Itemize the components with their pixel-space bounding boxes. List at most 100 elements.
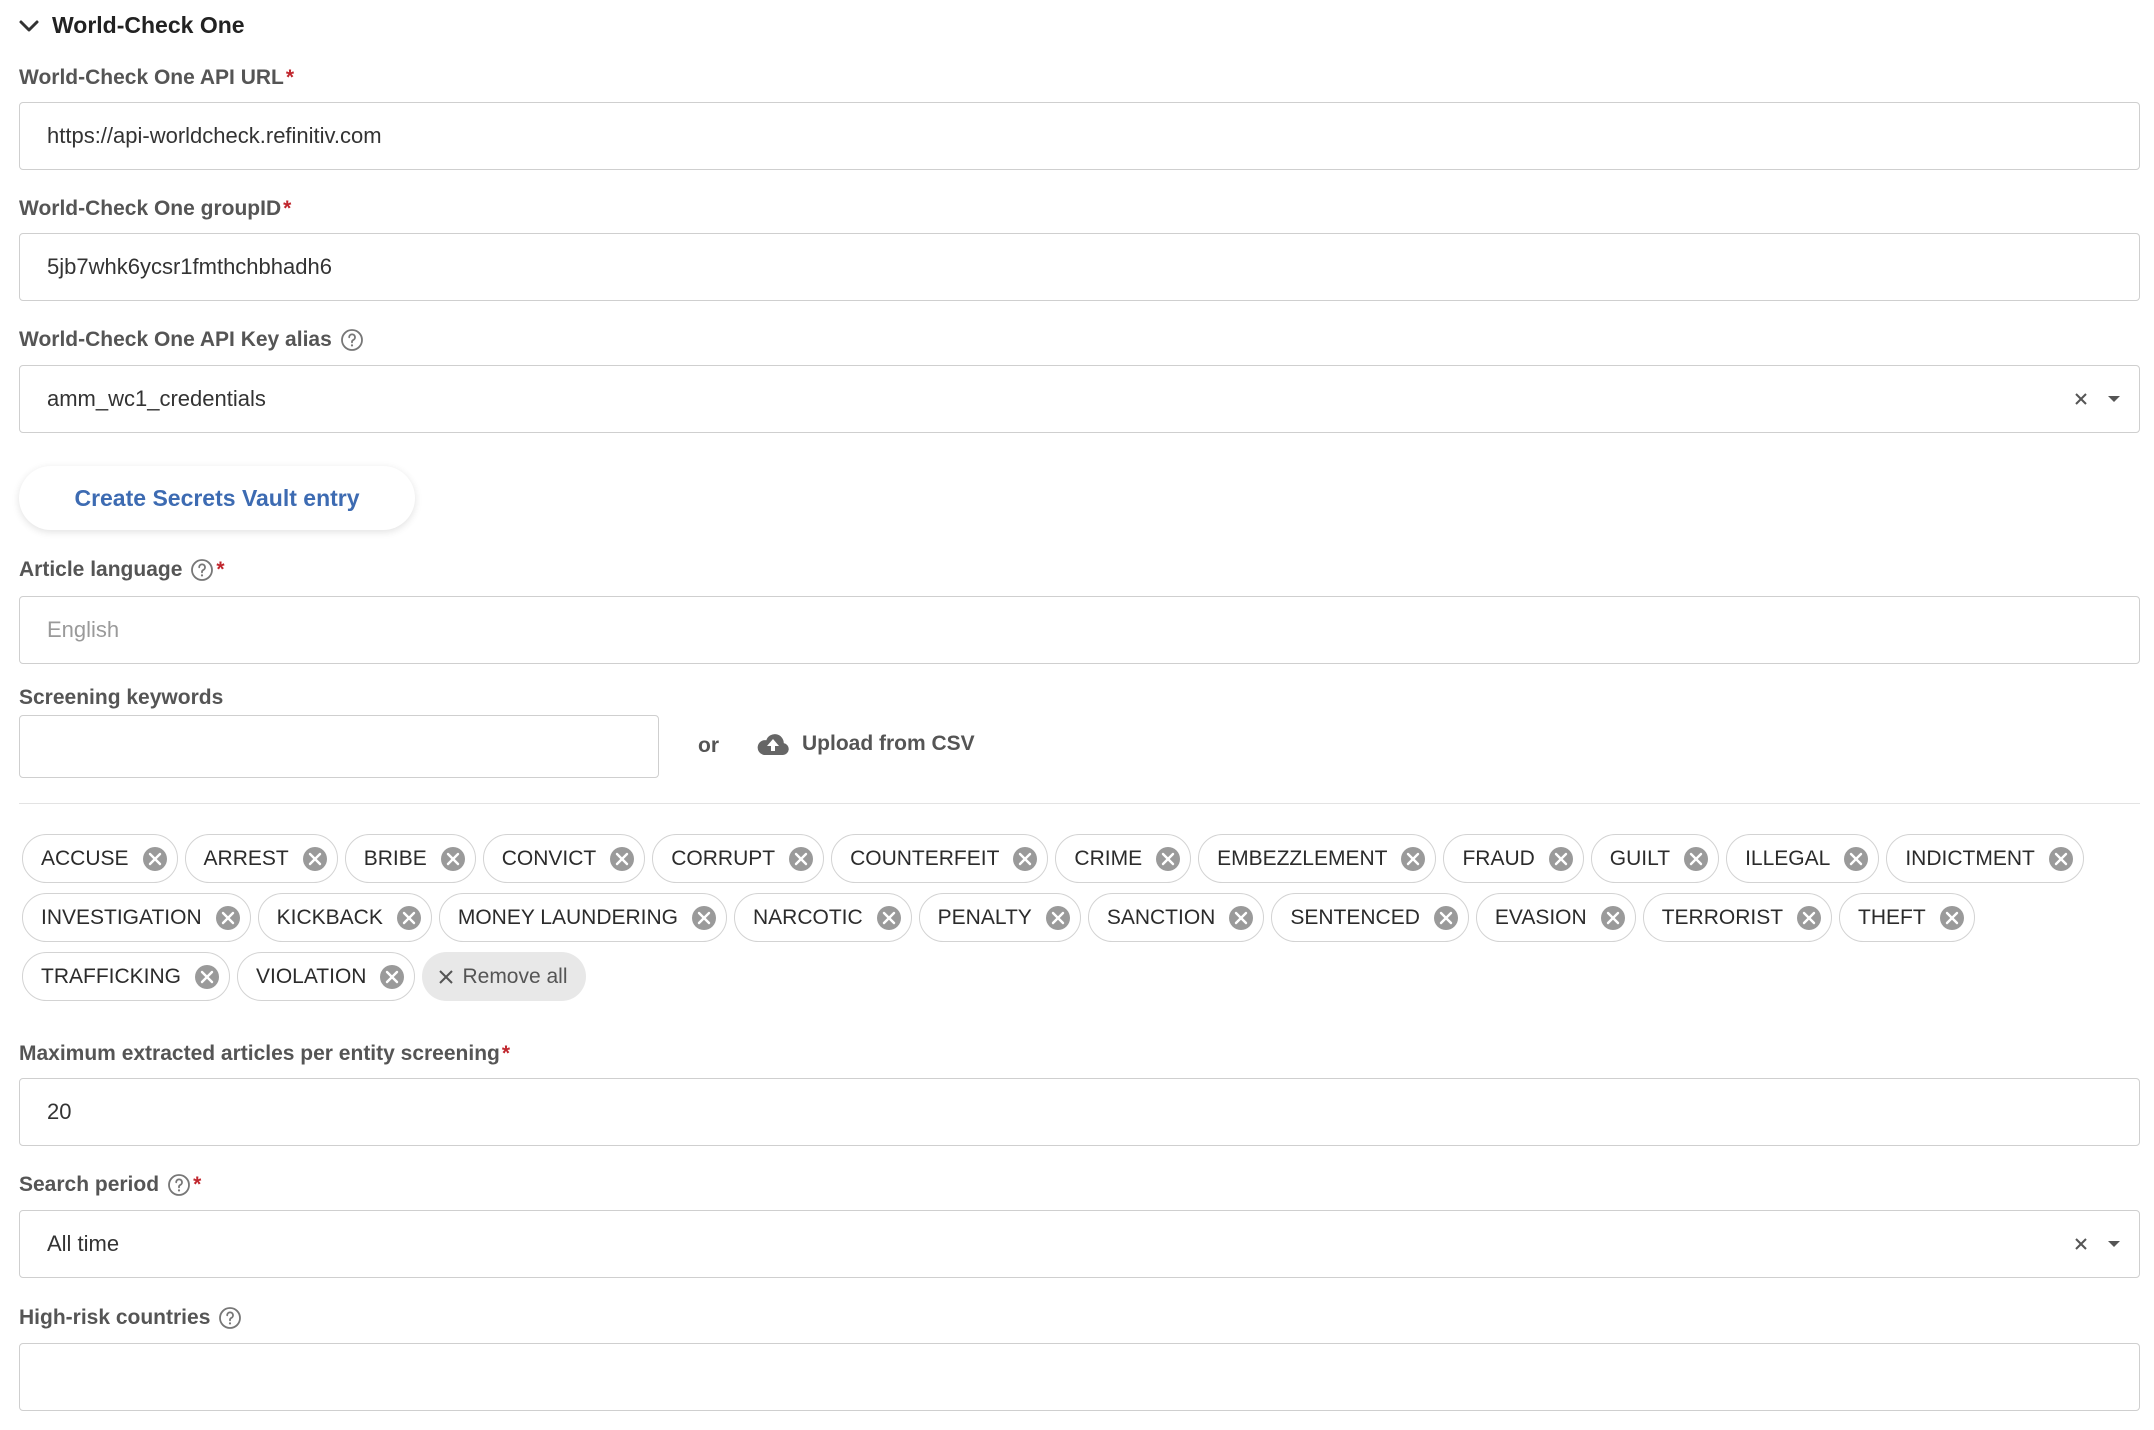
caret-down-icon[interactable] [2107,392,2121,406]
keyword-chip-label: SANCTION [1106,905,1216,929]
required-marker: * [193,1173,202,1196]
keyword-chip-label: KICKBACK [276,905,383,929]
keyword-chip: TRAFFICKING [22,952,230,1001]
keyword-chip: BRIBE [344,834,476,883]
max-articles-input[interactable]: 20 [19,1078,2140,1146]
remove-circle-icon[interactable] [2047,845,2075,873]
keyword-chip: VIOLATION [237,952,416,1001]
keyword-chip: ARREST [184,834,338,883]
section-title: World-Check One [52,12,245,38]
help-circle-icon[interactable] [340,328,364,352]
remove-circle-icon[interactable] [1011,845,1039,873]
remove-circle-icon[interactable] [1547,845,1575,873]
remove-circle-icon[interactable] [141,845,169,873]
group-id-label: World-Check One groupID * [19,197,291,221]
help-circle-icon[interactable] [190,558,214,582]
high-risk-countries-input[interactable] [19,1343,2140,1411]
upload-from-csv-button[interactable]: Upload from CSV [756,731,975,757]
remove-circle-icon[interactable] [1842,845,1870,873]
remove-circle-icon[interactable] [690,904,718,932]
chevron-down-icon[interactable] [18,15,40,37]
clear-icon[interactable] [2073,391,2089,407]
remove-circle-icon[interactable] [787,845,815,873]
keyword-chip: MONEY LAUNDERING [438,893,727,942]
section-header[interactable]: World-Check One [18,12,245,39]
api-url-input[interactable]: https://api-worldcheck.refinitiv.com [19,102,2140,170]
remove-circle-icon[interactable] [1795,904,1823,932]
remove-circle-icon[interactable] [1044,904,1072,932]
remove-circle-icon[interactable] [1399,845,1427,873]
screening-keywords-input[interactable] [19,715,659,778]
keyword-chip-label: INDICTMENT [1905,846,2035,870]
keyword-chip-label: INVESTIGATION [41,905,202,929]
keyword-chip: INDICTMENT [1886,834,2084,883]
remove-circle-icon[interactable] [395,904,423,932]
keyword-chip: INVESTIGATION [22,893,251,942]
api-key-alias-value: amm_wc1_credentials [47,386,266,411]
remove-circle-icon[interactable] [1938,904,1966,932]
select-controls [2073,366,2121,432]
create-secrets-vault-entry-button[interactable]: Create Secrets Vault entry [19,466,415,530]
keyword-chip-label: CORRUPT [671,846,776,870]
keyword-chip: GUILT [1590,834,1720,883]
keyword-chip-label: TRAFFICKING [41,964,181,988]
keyword-chip-label: FRAUD [1462,846,1535,870]
keyword-chip: CONVICT [482,834,646,883]
remove-circle-icon[interactable] [214,904,242,932]
keyword-chip: COUNTERFEIT [831,834,1049,883]
keyword-chip: ACCUSE [22,834,178,883]
required-marker: * [283,197,292,220]
keyword-chip-label: COUNTERFEIT [850,846,1000,870]
keyword-chip-label: CRIME [1074,846,1143,870]
screening-keywords-label-text: Screening keywords [19,686,224,709]
high-risk-countries-label-text: High-risk countries [19,1306,211,1329]
caret-down-icon[interactable] [2107,1237,2121,1251]
keyword-chip: CRIME [1055,834,1192,883]
remove-all-button[interactable]: Remove all [422,952,586,1001]
help-circle-icon[interactable] [167,1173,191,1197]
keyword-chip: CORRUPT [652,834,825,883]
remove-circle-icon[interactable] [193,963,221,991]
keyword-chip-label: ARREST [203,846,289,870]
article-language-label-text: Article language [19,558,183,581]
keyword-chip: THEFT [1839,893,1975,942]
cloud-upload-icon [757,734,789,755]
search-period-select[interactable]: All time [19,1210,2140,1278]
remove-circle-icon[interactable] [1154,845,1182,873]
api-key-alias-select[interactable]: amm_wc1_credentials [19,365,2140,433]
api-url-label-text: World-Check One API URL [19,66,284,89]
remove-circle-icon[interactable] [1599,904,1627,932]
remove-circle-icon[interactable] [439,845,467,873]
keyword-chip-label: BRIBE [363,846,427,870]
keyword-chip-label: THEFT [1858,905,1926,929]
help-circle-icon[interactable] [218,1306,242,1330]
keyword-chip-label: MONEY LAUNDERING [457,905,678,929]
or-separator: or [698,734,719,757]
remove-all-label: Remove all [462,964,568,988]
remove-circle-icon[interactable] [301,845,329,873]
group-id-input[interactable]: 5jb7whk6ycsr1fmthchbhadh6 [19,233,2140,301]
remove-circle-icon[interactable] [1682,845,1710,873]
keyword-chip: EMBEZZLEMENT [1198,834,1437,883]
required-marker: * [501,1042,511,1065]
remove-circle-icon[interactable] [378,963,406,991]
remove-circle-icon[interactable] [608,845,636,873]
search-period-label-text: Search period [19,1173,160,1196]
world-check-one-settings: World-Check One World-Check One API URL *… [0,0,2154,1430]
clear-icon[interactable] [2073,1236,2089,1252]
keyword-chip-label: EVASION [1494,905,1587,929]
close-icon [439,969,454,984]
required-marker: * [216,558,225,581]
keyword-chip-label: CONVICT [501,846,597,870]
article-language-input[interactable]: English [19,596,2140,664]
keyword-chip: KICKBACK [257,893,432,942]
remove-circle-icon[interactable] [1227,904,1255,932]
keyword-chips: ACCUSE ARREST BRIBE CONVICT CORRUPT COUNTERFE… [22,834,2142,1001]
remove-circle-icon[interactable] [1432,904,1460,932]
api-url-label: World-Check One API URL * [19,66,294,90]
remove-circle-icon[interactable] [875,904,903,932]
keyword-chip: SANCTION [1087,893,1265,942]
keyword-chip: NARCOTIC [734,893,912,942]
keyword-chip-label: EMBEZZLEMENT [1217,846,1388,870]
divider [19,803,2140,804]
